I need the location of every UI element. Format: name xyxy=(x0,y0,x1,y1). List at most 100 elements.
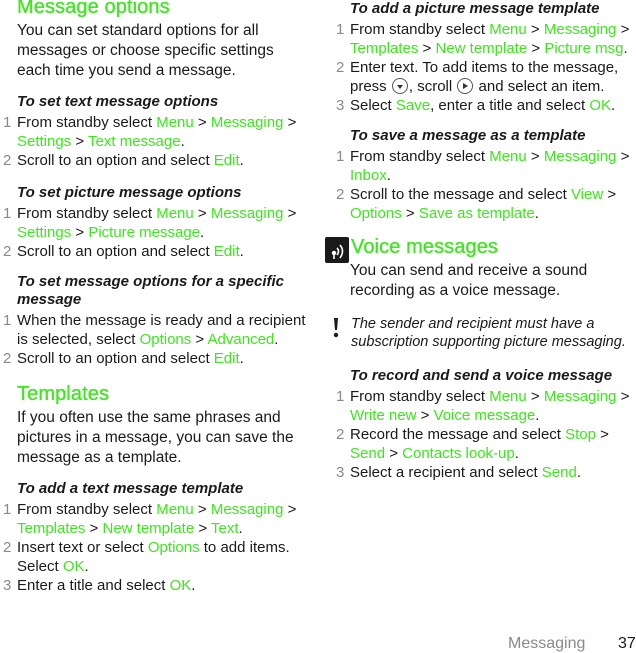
ui-term: Messaging xyxy=(543,148,617,165)
step-text: . xyxy=(534,205,539,222)
exclamation-icon xyxy=(333,318,339,338)
step-number: 1 xyxy=(336,21,345,38)
step-text: Scroll to an option and select xyxy=(17,243,214,260)
step-text: > xyxy=(385,445,403,462)
step-number: 2 xyxy=(336,59,345,76)
step-text: > xyxy=(526,148,544,165)
ui-term: Settings xyxy=(17,224,72,241)
step-text: From standby select xyxy=(350,148,490,165)
ui-term: OK xyxy=(589,97,612,114)
step-item: 1 From standby select Menu > Messaging > … xyxy=(333,147,636,185)
ui-term: Edit xyxy=(213,350,240,367)
step-text: > xyxy=(603,186,617,203)
step-text: > xyxy=(71,133,89,150)
step-item: 3 Enter a title and select OK. xyxy=(0,576,310,595)
step-item: 1 From standby select Menu > Messaging > … xyxy=(0,500,310,538)
step-item: 2 Scroll to an option and select Edit. xyxy=(0,349,310,368)
subheading-text-template: To add a text message template xyxy=(17,480,244,497)
subheading-record-voice: To record and send a voice message xyxy=(350,367,613,384)
step-number: 2 xyxy=(3,350,12,367)
step-text: Select a recipient and select xyxy=(350,464,542,481)
step-text: . xyxy=(191,577,196,594)
ui-term: New template xyxy=(435,40,528,57)
step-text: . xyxy=(274,331,279,348)
step-text: > xyxy=(418,40,436,57)
step-text: > xyxy=(526,21,544,38)
step-item: 2 Scroll to an option and select Edit. xyxy=(0,242,310,261)
ui-term: Options xyxy=(147,539,200,556)
step-text: > xyxy=(193,205,211,222)
ui-term: Picture message xyxy=(88,224,201,241)
voice-messages-header: Voice messages xyxy=(325,236,636,263)
ui-term: Options xyxy=(350,205,402,222)
step-number: 3 xyxy=(336,97,345,114)
step-text: > xyxy=(616,148,630,165)
step-text: > xyxy=(595,426,609,443)
left-column: Message options You can set standard opt… xyxy=(0,0,310,595)
step-item: 2 Insert text or select Options to add it… xyxy=(0,538,310,576)
right-column: To add a picture message template 1 From … xyxy=(325,0,636,482)
step-text: . xyxy=(576,464,581,481)
step-text: > xyxy=(283,114,297,131)
voice-messages-intro: You can send and receive a sound recordi… xyxy=(350,262,588,299)
heading-voice-messages: Voice messages xyxy=(351,236,499,258)
subheading-picture-options: To set picture message options xyxy=(17,184,242,201)
step-text: . xyxy=(200,224,205,241)
templates-intro: If you often use the same phrases and pi… xyxy=(17,409,294,466)
ui-term: Templates xyxy=(350,40,419,57)
step-text: Insert text or select xyxy=(17,539,148,556)
ui-term: Menu xyxy=(156,114,194,131)
subheading-save-template: To save a message as a template xyxy=(350,127,586,144)
step-text: Enter a title and select xyxy=(17,577,170,594)
step-text: . xyxy=(84,558,89,575)
steps-record-voice: 1 From standby select Menu > Messaging > … xyxy=(333,387,636,482)
step-item: 1 From standby select Menu > Messaging > … xyxy=(333,387,636,425)
page-number: 37 xyxy=(618,635,636,652)
step-text: Select xyxy=(350,97,396,114)
step-text: > xyxy=(191,331,208,348)
ui-term: Contacts look-up xyxy=(402,445,515,462)
ui-term: Voice message xyxy=(433,407,536,424)
heading-message-options: Message options xyxy=(17,0,170,18)
step-text: Scroll to the message and select xyxy=(350,186,571,203)
ui-term: Text message xyxy=(88,133,181,150)
step-text: . xyxy=(239,243,244,260)
step-text: > xyxy=(283,501,297,518)
step-text: . xyxy=(611,97,616,114)
step-number: 1 xyxy=(3,205,12,222)
step-item: 1 From standby select Menu > Messaging > … xyxy=(0,204,310,242)
step-text: From standby select xyxy=(17,205,157,222)
step-number: 1 xyxy=(336,148,345,165)
steps-specific-options: 1 When the message is ready and a recipie… xyxy=(0,311,310,368)
ui-term: Save as template xyxy=(418,205,535,222)
ui-term: Menu xyxy=(489,21,527,38)
heading-templates: Templates xyxy=(17,383,110,405)
step-text: . xyxy=(535,407,540,424)
step-text: > xyxy=(616,21,630,38)
ui-term: Picture msg xyxy=(544,40,624,57)
step-item: 3 Select a recipient and select Send. xyxy=(333,463,636,482)
step-text: . xyxy=(238,520,243,537)
step-number: 1 xyxy=(3,501,12,518)
step-text: > xyxy=(85,520,103,537)
step-text: . xyxy=(623,40,628,57)
step-text: . xyxy=(386,167,391,184)
ui-term: Options xyxy=(139,331,192,348)
ui-term: Send xyxy=(541,464,577,481)
step-item: 3 Select Save, enter a title and select O… xyxy=(333,96,636,115)
steps-save-template: 1 From standby select Menu > Messaging > … xyxy=(333,147,636,223)
ui-term: Advanced xyxy=(207,331,275,348)
step-item: 2 Scroll to an option and select Edit. xyxy=(0,151,310,170)
step-text: . xyxy=(514,445,519,462)
ui-term: OK xyxy=(62,558,85,575)
step-text: . xyxy=(180,133,185,150)
step-text: > xyxy=(527,40,545,57)
step-text: From standby select xyxy=(350,21,490,38)
step-text: > xyxy=(526,388,544,405)
step-text: > xyxy=(194,520,212,537)
steps-text-options: 1 From standby select Menu > Messaging > … xyxy=(0,113,310,170)
ui-term: Templates xyxy=(17,520,86,537)
ui-term: Messaging xyxy=(210,501,284,518)
step-text: > xyxy=(193,501,211,518)
step-number: 1 xyxy=(3,312,12,329)
